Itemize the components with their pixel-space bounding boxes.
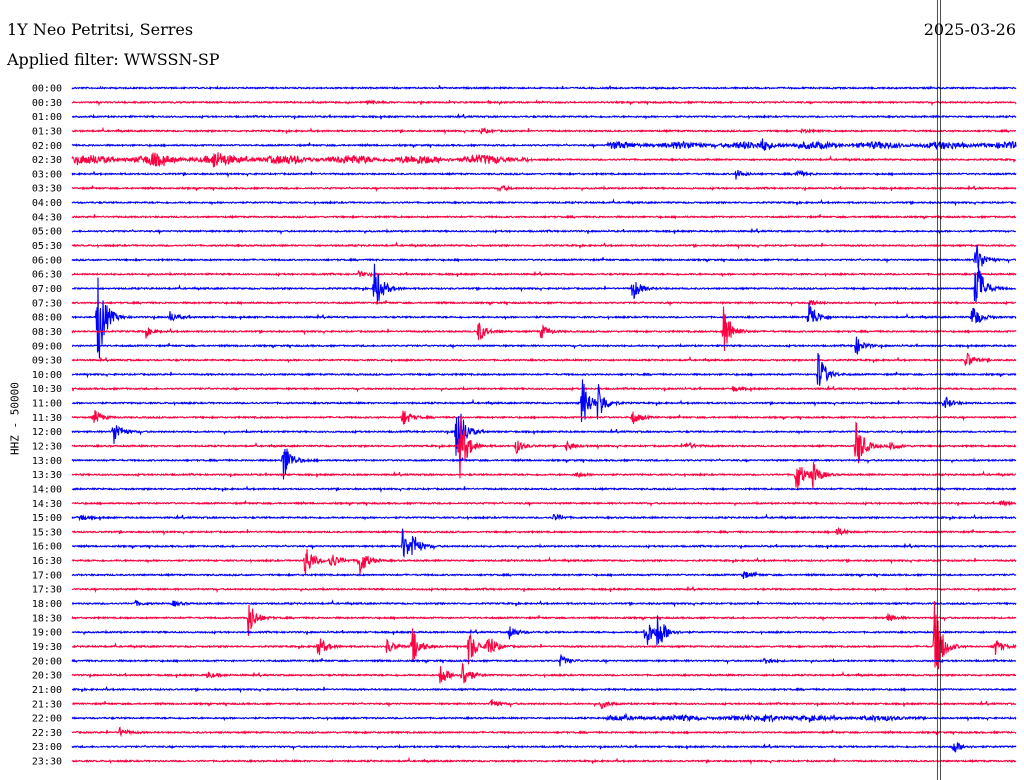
seismic-trace-1030 [71,385,1017,393]
trace-time-label: 04:00 [32,198,62,209]
helicorder-plot: 00:00 00:30 01:00 01:30 02:00 02:30 03:00 03:30… [32,0,1017,780]
seismic-trace-0430 [71,214,1017,220]
trace-time-label: 14:00 [32,484,62,495]
trace-time-label: 23:30 [32,757,62,768]
seismic-trace-1500 [71,513,1017,522]
trace-time-label: 01:00 [32,112,62,123]
trace-time-label: 08:00 [32,313,62,324]
seismic-trace-0200 [71,138,1017,151]
seismic-trace-1000 [71,352,1017,386]
trace-time-label: 07:30 [32,298,62,309]
seismic-trace-1230 [71,416,1017,479]
trace-time-label: 12:00 [32,427,62,438]
trace-time-label: 18:30 [32,613,62,624]
seismic-trace-0100 [71,112,1017,120]
trace-time-label: 16:00 [32,542,62,553]
seismic-trace-1900 [71,615,1017,646]
trace-time-label: 01:30 [32,126,62,137]
trace-time-label: 11:00 [32,399,62,410]
seismic-trace-0400 [71,198,1017,207]
seismic-trace-0530 [71,241,1017,250]
seismic-trace-0600 [71,245,1017,270]
trace-time-label: 13:30 [32,470,62,481]
seismic-trace-2000 [71,653,1017,667]
trace-time-label: 06:30 [32,270,62,281]
seismic-trace-1800 [71,599,1017,608]
seismic-trace-1200 [71,413,1017,456]
trace-time-label: 15:00 [32,513,62,524]
trace-time-label: 09:00 [32,341,62,352]
seismic-trace-1400 [71,485,1017,494]
trace-time-label: 02:30 [32,155,62,166]
seismic-trace-0730 [71,299,1016,307]
trace-time-label: 06:00 [32,255,62,266]
trace-time-label: 00:00 [32,84,62,95]
trace-time-label: 17:00 [32,570,62,581]
trace-time-label: 11:30 [32,413,62,424]
seismic-trace-1730 [71,585,1017,594]
trace-time-label: 14:30 [32,499,62,510]
seismic-trace-0030 [71,99,1017,107]
trace-time-label: 03:30 [32,184,62,195]
trace-time-label: 17:30 [32,585,62,596]
seismic-trace-0700 [71,263,1017,305]
trace-time-label: 23:00 [32,742,62,753]
trace-time-label: 22:30 [32,728,62,739]
seismic-trace-2330 [71,756,1017,766]
seismic-trace-1430 [71,500,1017,508]
seismic-trace-2030 [71,662,1017,684]
trace-time-label: 18:00 [32,599,62,610]
seismic-trace-1330 [71,461,1017,489]
trace-time-label: 20:30 [32,671,62,682]
trace-time-label: 02:00 [32,141,62,152]
seismic-trace-2200 [71,712,1017,724]
trace-time-label: 12:30 [32,442,62,453]
trace-time-label: 05:00 [32,227,62,238]
seismic-trace-2230 [71,726,1017,738]
seismic-trace-0930 [71,352,1017,366]
seismic-trace-0630 [71,270,1017,278]
seismic-trace-1700 [71,571,1017,579]
seismic-trace-1530 [71,527,1017,537]
seismic-trace-0330 [72,184,1017,193]
trace-time-label: 10:00 [32,370,62,381]
trace-time-label: 21:00 [32,685,62,696]
trace-time-label: 08:30 [32,327,62,338]
trace-time-label: 05:30 [32,241,62,252]
trace-time-label: 22:00 [32,714,62,725]
trace-time-label: 19:30 [32,642,62,653]
trace-time-label: 19:00 [32,628,62,639]
trace-time-label: 16:30 [32,556,62,567]
seismic-trace-1130 [71,410,1017,425]
seismic-trace-0230 [71,152,1017,168]
seismic-trace-1630 [71,549,1017,576]
seismic-trace-2300 [71,742,1017,753]
seismic-trace-2130 [71,699,1017,710]
seismic-trace-1930 [71,600,1017,670]
trace-time-label: 15:30 [32,527,62,538]
trace-time-label: 07:00 [32,284,62,295]
seismic-trace-1600 [71,528,1017,559]
seismic-trace-1830 [71,604,1017,636]
seismic-trace-0900 [71,336,1017,355]
trace-time-label: 03:00 [32,169,62,180]
seismic-trace-0000 [71,85,1017,91]
seismic-trace-2100 [71,685,1017,694]
seismic-trace-1100 [71,379,1017,423]
trace-time-label: 04:30 [32,212,62,223]
seismic-trace-0300 [71,169,1017,180]
trace-time-label: 20:00 [32,656,62,667]
trace-time-label: 10:30 [32,384,62,395]
trace-time-label: 13:00 [32,456,62,467]
trace-time-label: 21:30 [32,699,62,710]
trace-time-label: 09:30 [32,356,62,367]
seismic-trace-0130 [71,126,1017,136]
seismic-trace-0500 [71,227,1017,236]
trace-time-label: 00:30 [32,98,62,109]
